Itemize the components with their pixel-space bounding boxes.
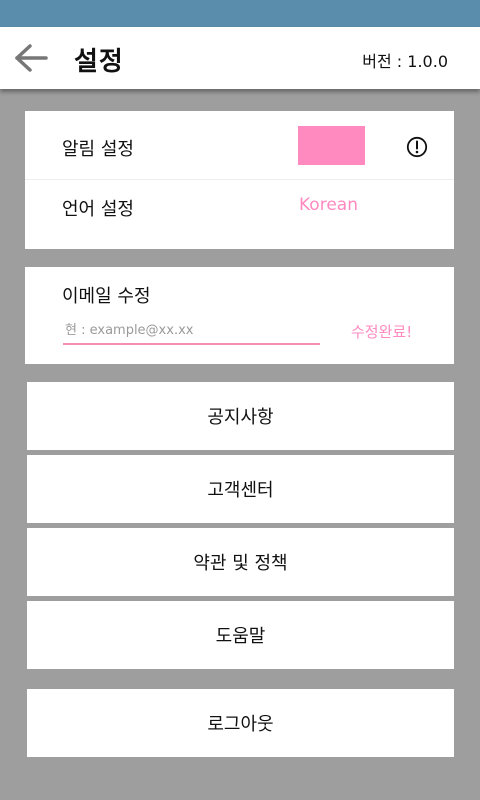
settings-card: 알림 설정 언어 설정 Korean: [25, 111, 454, 249]
email-edit-label: 이메일 수정: [62, 286, 151, 307]
email-card: 이메일 수정 수정완료!: [25, 267, 454, 364]
email-save-button[interactable]: 수정완료!: [351, 321, 412, 342]
alert-info-icon[interactable]: [406, 136, 428, 158]
email-field[interactable]: [63, 317, 320, 345]
language-setting-label: 언어 설정: [62, 199, 134, 220]
notification-setting-label: 알림 설정: [62, 139, 134, 160]
help-button[interactable]: 도움말: [27, 601, 454, 669]
page-title: 설정: [74, 47, 124, 77]
notice-button[interactable]: 공지사항: [27, 382, 454, 450]
arrow-left-icon: [15, 44, 48, 72]
app-bar: 설정 버전 : 1.0.0: [0, 27, 480, 89]
language-value[interactable]: Korean: [299, 195, 358, 215]
notification-color-swatch[interactable]: [298, 126, 365, 165]
version-label: 버전 : 1.0.0: [362, 52, 448, 71]
divider: [25, 179, 454, 180]
logout-button[interactable]: 로그아웃: [27, 689, 454, 757]
customer-center-button[interactable]: 고객센터: [27, 455, 454, 523]
terms-policy-button[interactable]: 약관 및 정책: [27, 528, 454, 596]
status-bar: [0, 0, 480, 27]
back-button[interactable]: [14, 43, 48, 73]
